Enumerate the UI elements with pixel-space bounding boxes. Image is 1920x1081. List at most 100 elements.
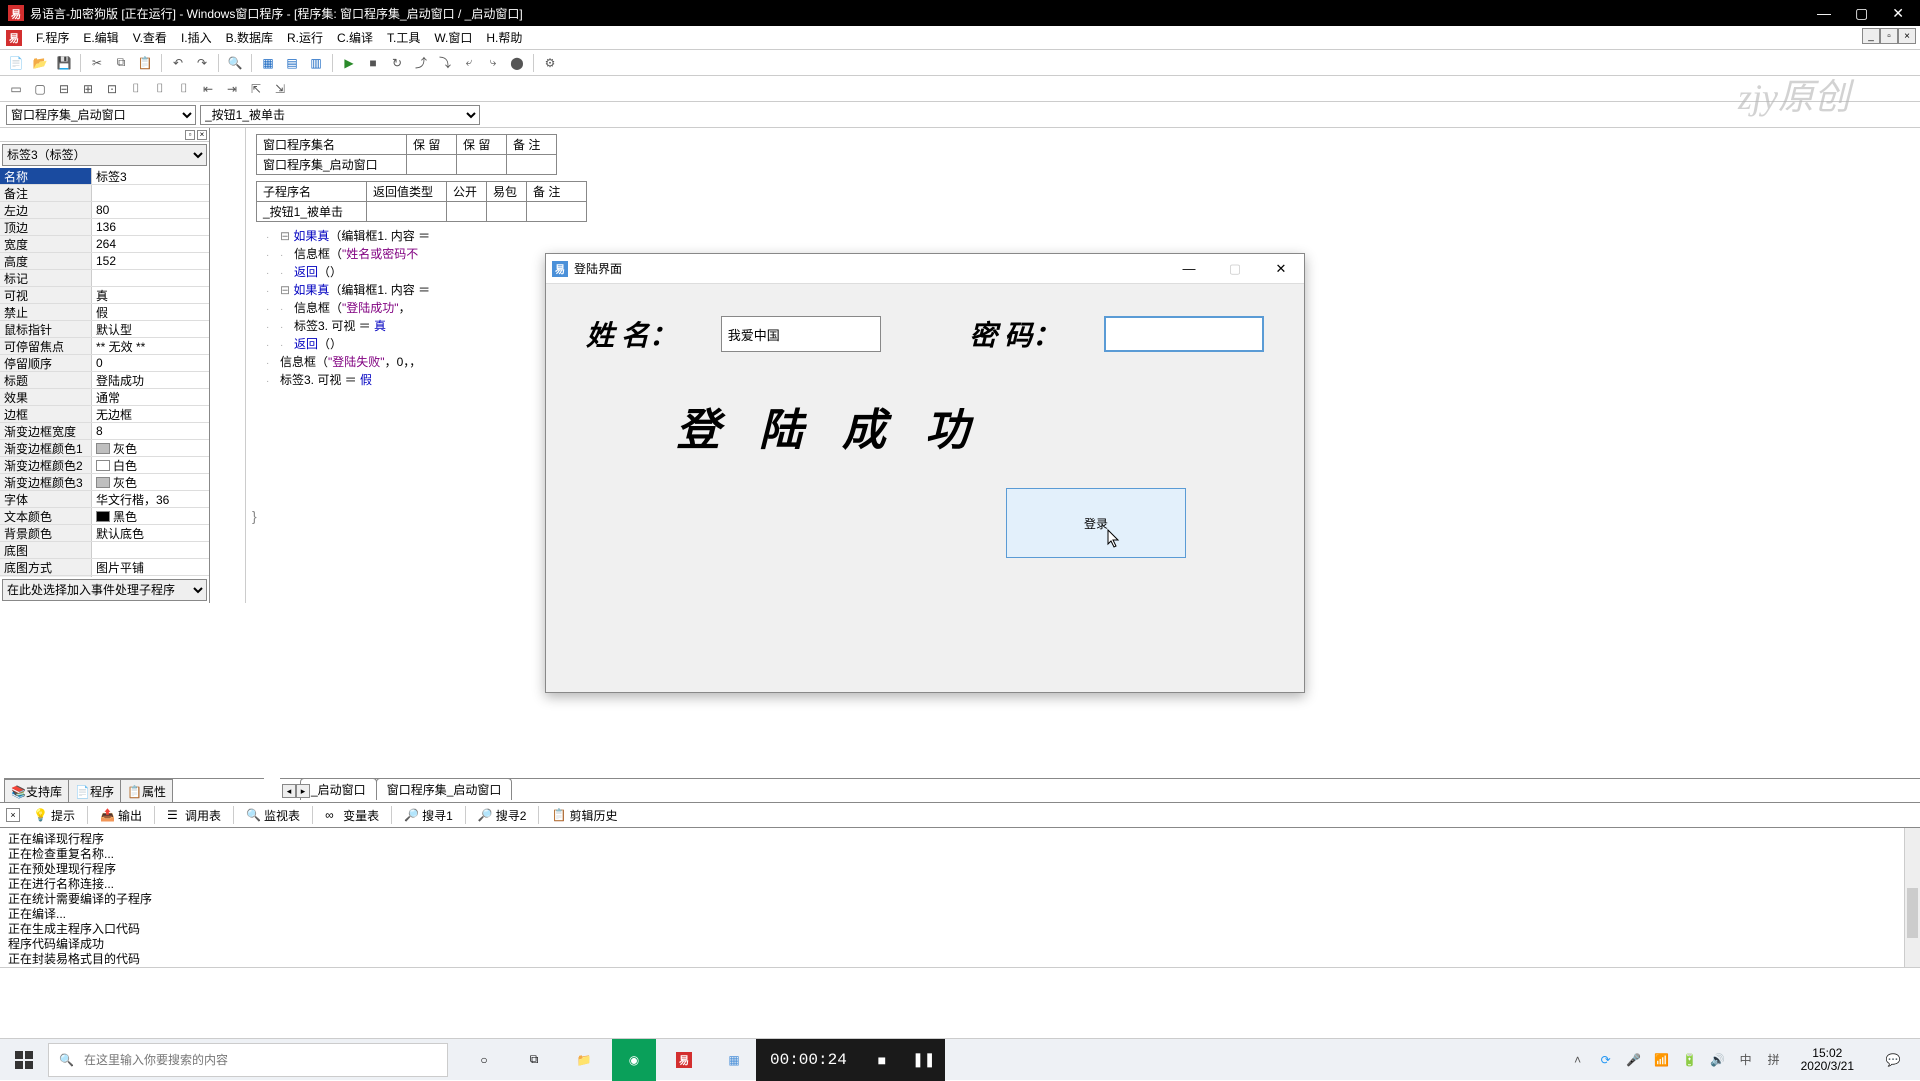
tb-copy[interactable]: ⧉ bbox=[111, 53, 131, 73]
tb-settings[interactable]: ⚙ bbox=[540, 53, 560, 73]
menu-view[interactable]: V.查看 bbox=[127, 27, 173, 48]
otab-output[interactable]: 📤输出 bbox=[93, 804, 149, 827]
menu-run[interactable]: R.运行 bbox=[281, 27, 329, 48]
dialog-close[interactable]: ✕ bbox=[1258, 254, 1304, 284]
dialog-minimize[interactable]: — bbox=[1166, 254, 1212, 284]
ta-9[interactable]: ⇤ bbox=[198, 79, 218, 99]
tb-break[interactable]: ⬤ bbox=[507, 53, 527, 73]
menu-database[interactable]: B.数据库 bbox=[220, 27, 279, 48]
ta-10[interactable]: ⇥ bbox=[222, 79, 242, 99]
otab-cliphistory[interactable]: 📋剪辑历史 bbox=[544, 804, 624, 827]
tb-step3[interactable]: ⤵ bbox=[435, 53, 455, 73]
tb-save[interactable]: 💾 bbox=[54, 53, 74, 73]
tray-battery-icon[interactable]: 🔋 bbox=[1681, 1051, 1699, 1069]
tray-volume-icon[interactable]: 🔊 bbox=[1709, 1051, 1727, 1069]
side-tab-program[interactable]: 📄程序 bbox=[68, 779, 121, 802]
taskbar-search[interactable]: 🔍 在这里输入你要搜索的内容 bbox=[48, 1043, 448, 1077]
name-input[interactable] bbox=[721, 316, 881, 352]
menu-edit[interactable]: E.编辑 bbox=[77, 27, 124, 48]
editor-tab-startwindow[interactable]: _启动窗口 bbox=[300, 778, 377, 800]
password-input[interactable] bbox=[1104, 316, 1264, 352]
recording-pause[interactable]: ❚❚ bbox=[903, 1039, 945, 1081]
dialog-maximize[interactable]: ▢ bbox=[1212, 254, 1258, 284]
notification-button[interactable]: 💬 bbox=[1872, 1039, 1914, 1081]
menu-program[interactable]: F.程序 bbox=[30, 27, 75, 48]
object-combo[interactable]: 窗口程序集_启动窗口 bbox=[6, 105, 196, 125]
object-selector[interactable]: 标签3（标签） bbox=[2, 144, 207, 166]
otab-search2[interactable]: 🔎搜寻2 bbox=[471, 804, 534, 827]
tb-redo[interactable]: ↷ bbox=[192, 53, 212, 73]
ta-5[interactable]: ⊡ bbox=[102, 79, 122, 99]
property-grid[interactable]: 名称标签3备注左边80顶边136宽度264高度152标记可视真禁止假鼠标指针默认… bbox=[0, 168, 209, 577]
menu-compile[interactable]: C.编译 bbox=[331, 27, 379, 48]
tb-win3[interactable]: ▥ bbox=[306, 53, 326, 73]
console-scrollbar[interactable] bbox=[1904, 828, 1920, 967]
side-tab-support[interactable]: 📚支持库 bbox=[4, 779, 69, 802]
output-close[interactable]: × bbox=[6, 808, 20, 822]
tray-sync-icon[interactable]: ⟳ bbox=[1597, 1051, 1615, 1069]
menu-window[interactable]: W.窗口 bbox=[428, 27, 478, 48]
mdi-restore[interactable]: ▫ bbox=[1880, 28, 1898, 44]
tb-stop[interactable]: ■ bbox=[363, 53, 383, 73]
ta-7[interactable]: ⌷ bbox=[150, 79, 170, 99]
tb-cut[interactable]: ✂ bbox=[87, 53, 107, 73]
tray-up-icon[interactable]: ˄ bbox=[1569, 1051, 1587, 1069]
tb-open[interactable]: 📂 bbox=[30, 53, 50, 73]
tb-step5[interactable]: ⤷ bbox=[483, 53, 503, 73]
task-app2[interactable]: ▦ bbox=[712, 1039, 756, 1081]
taskbar-clock[interactable]: 15:02 2020/3/21 bbox=[1793, 1047, 1862, 1073]
task-cortana[interactable]: ○ bbox=[462, 1039, 506, 1081]
tb-find[interactable]: 🔍 bbox=[225, 53, 245, 73]
ta-11[interactable]: ⇱ bbox=[246, 79, 266, 99]
otab-hint[interactable]: 💡提示 bbox=[26, 804, 82, 827]
close-button[interactable]: ✕ bbox=[1892, 5, 1904, 22]
tb-win1[interactable]: ▦ bbox=[258, 53, 278, 73]
dialog-titlebar[interactable]: 易 登陆界面 — ▢ ✕ bbox=[546, 254, 1304, 284]
ta-12[interactable]: ⇲ bbox=[270, 79, 290, 99]
task-eyuyan[interactable]: 易 bbox=[662, 1039, 706, 1081]
menu-insert[interactable]: I.插入 bbox=[175, 27, 218, 48]
ta-4[interactable]: ⊞ bbox=[78, 79, 98, 99]
task-explorer[interactable]: 📁 bbox=[562, 1039, 606, 1081]
tb-run[interactable]: ▶ bbox=[339, 53, 359, 73]
tb-step4[interactable]: ⤶ bbox=[459, 53, 479, 73]
otab-search1[interactable]: 🔎搜寻1 bbox=[397, 804, 460, 827]
editor-tab-programset[interactable]: 窗口程序集_启动窗口 bbox=[376, 778, 513, 800]
tb-new[interactable]: 📄 bbox=[6, 53, 26, 73]
task-app1[interactable]: ◉ bbox=[612, 1039, 656, 1081]
minimize-button[interactable]: — bbox=[1817, 5, 1831, 21]
menu-tools[interactable]: T.工具 bbox=[381, 27, 426, 48]
tb-step2[interactable]: ⤴ bbox=[411, 53, 431, 73]
tray-wifi-icon[interactable]: 📶 bbox=[1653, 1051, 1671, 1069]
login-button[interactable]: 登录 bbox=[1006, 488, 1186, 558]
panel-float[interactable]: ▫ bbox=[185, 130, 195, 140]
mdi-close[interactable]: × bbox=[1898, 28, 1916, 44]
ta-2[interactable]: ▢ bbox=[30, 79, 50, 99]
tb-step1[interactable]: ↻ bbox=[387, 53, 407, 73]
mdi-minimize[interactable]: _ bbox=[1862, 28, 1880, 44]
panel-close[interactable]: × bbox=[197, 130, 207, 140]
ta-3[interactable]: ⊟ bbox=[54, 79, 74, 99]
otab-vars[interactable]: ∞变量表 bbox=[318, 804, 386, 827]
tb-undo[interactable]: ↶ bbox=[168, 53, 188, 73]
tray-mic-icon[interactable]: 🎤 bbox=[1625, 1051, 1643, 1069]
tb-win2[interactable]: ▤ bbox=[282, 53, 302, 73]
recording-stop[interactable]: ■ bbox=[861, 1039, 903, 1081]
tab-scroll-right[interactable]: ▸ bbox=[296, 784, 310, 798]
console-output[interactable]: 正在编译现行程序正在检查重复名称...正在预处理现行程序正在进行名称连接...正… bbox=[0, 828, 1920, 968]
tray-ime2[interactable]: 拼 bbox=[1765, 1051, 1783, 1069]
start-button[interactable] bbox=[0, 1039, 48, 1081]
ta-8[interactable]: ⌷ bbox=[174, 79, 194, 99]
ta-1[interactable]: ▭ bbox=[6, 79, 26, 99]
tray-ime1[interactable]: 中 bbox=[1737, 1051, 1755, 1069]
side-tab-properties[interactable]: 📋属性 bbox=[120, 779, 173, 802]
tab-scroll-left[interactable]: ◂ bbox=[282, 784, 296, 798]
otab-calltable[interactable]: ☰调用表 bbox=[160, 804, 228, 827]
event-combo[interactable]: _按钮1_被单击 bbox=[200, 105, 480, 125]
event-selector[interactable]: 在此处选择加入事件处理子程序 bbox=[2, 579, 207, 601]
ta-6[interactable]: ⌷ bbox=[126, 79, 146, 99]
tb-paste[interactable]: 📋 bbox=[135, 53, 155, 73]
otab-watch[interactable]: 🔍监视表 bbox=[239, 804, 307, 827]
maximize-button[interactable]: ▢ bbox=[1855, 5, 1868, 22]
menu-help[interactable]: H.帮助 bbox=[480, 27, 528, 48]
